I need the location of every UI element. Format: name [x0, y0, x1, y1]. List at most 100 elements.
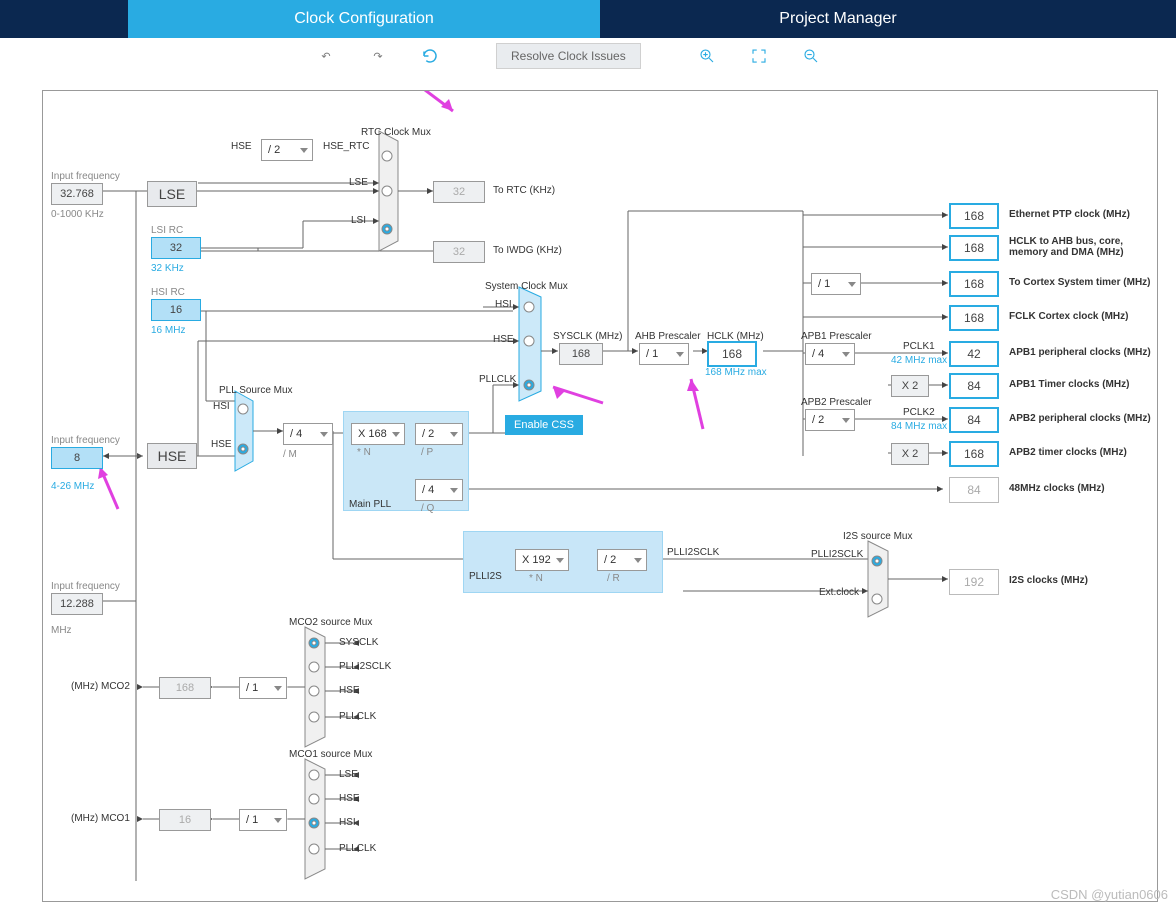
plli2s-n-label: * N	[529, 573, 543, 584]
mco2-div-select[interactable]: / 1	[239, 677, 287, 699]
hclk-max: 168 MHz max	[705, 367, 767, 378]
hsi-rc-label: HSI RC	[151, 287, 185, 298]
chevron-down-icon	[320, 432, 328, 437]
sys-mux-title: System Clock Mux	[485, 281, 568, 292]
cortex-div-val: / 1	[818, 278, 830, 290]
rtc-hse-div-select[interactable]: / 2	[261, 139, 313, 161]
mco2-div-val: / 1	[246, 682, 258, 694]
i2s-extclock: Ext.clock	[819, 587, 859, 598]
mco1-div-select[interactable]: / 1	[239, 809, 287, 831]
fclk-label: FCLK Cortex clock (MHz)	[1009, 311, 1128, 322]
chevron-down-icon	[848, 282, 856, 287]
fit-screen-icon[interactable]	[748, 45, 770, 67]
mco2-hse: HSE	[339, 685, 360, 696]
sysclk-value[interactable]: 168	[559, 343, 603, 365]
pclk2-label: PCLK2	[903, 407, 935, 418]
redo-icon[interactable]: ↷	[367, 45, 389, 67]
input-freq-2-range: 4-26 MHz	[51, 481, 94, 492]
mco1-title: MCO1 source Mux	[289, 749, 372, 760]
zoom-in-icon[interactable]	[696, 45, 718, 67]
hsi-rc-range: 16 MHz	[151, 325, 185, 336]
rtc-hse-div-val: / 2	[268, 144, 280, 156]
chevron-down-icon	[274, 818, 282, 823]
input-freq-1[interactable]: 32.768	[51, 183, 103, 205]
mco1-pllclk: PLLCLK	[339, 843, 376, 854]
mco1-value: 16	[159, 809, 211, 831]
pll-p-select[interactable]: / 2	[415, 423, 463, 445]
apb1-select[interactable]: / 4	[805, 343, 855, 365]
mhz48-value: 84	[949, 477, 999, 503]
plli2s-n-select[interactable]: X 192	[515, 549, 569, 571]
clock-diagram: Input frequency 32.768 0-1000 KHz LSE LS…	[42, 90, 1158, 902]
apb1t-value: 84	[949, 373, 999, 399]
apb1p-label: APB1 peripheral clocks (MHz)	[1009, 347, 1151, 358]
mco1-div-val: / 1	[246, 814, 258, 826]
pll-src-hse: HSE	[211, 439, 232, 450]
undo-icon[interactable]: ↶	[315, 45, 337, 67]
pll-m-val: / 4	[290, 428, 302, 440]
tab-clock-config[interactable]: Clock Configuration	[128, 0, 600, 38]
hclk-value[interactable]: 168	[707, 341, 757, 367]
hsi-rc-value: 16	[151, 299, 201, 321]
pll-q-select[interactable]: / 4	[415, 479, 463, 501]
i2s-label: I2S clocks (MHz)	[1009, 575, 1088, 586]
plli2s-r-select[interactable]: / 2	[597, 549, 647, 571]
input-freq-3[interactable]: 12.288	[51, 593, 103, 615]
ahb-label: AHB Prescaler	[635, 331, 701, 342]
mco1-hsi: HSI	[339, 817, 356, 828]
input-freq-3-label: Input frequency	[51, 581, 120, 592]
pll-src-title: PLL Source Mux	[219, 385, 293, 396]
lse-source: LSE	[147, 181, 197, 207]
sys-hse: HSE	[493, 334, 514, 345]
mco1-lse: LSE	[339, 769, 358, 780]
plli2s-n-val: X 192	[522, 554, 551, 566]
apb2t-label: APB2 timer clocks (MHz)	[1009, 447, 1127, 458]
chevron-down-icon	[450, 488, 458, 493]
mco2-pllclk: PLLCLK	[339, 711, 376, 722]
pll-q-label: / Q	[421, 503, 434, 514]
eth-ptp-label: Ethernet PTP clock (MHz)	[1009, 209, 1130, 220]
sys-hsi: HSI	[495, 299, 512, 310]
mco2-title: MCO2 source Mux	[289, 617, 372, 628]
chevron-down-icon	[274, 686, 282, 691]
sysclk-label: SYSCLK (MHz)	[553, 331, 622, 342]
input-freq-2[interactable]: 8	[51, 447, 103, 469]
watermark: CSDN @yutian0606	[1051, 887, 1168, 902]
mco1-label: (MHz) MCO1	[71, 813, 130, 824]
tab-project-manager[interactable]: Project Manager	[600, 0, 1076, 38]
toolbar: ↶ ↷ Resolve Clock Issues	[0, 38, 1176, 74]
chevron-down-icon	[842, 418, 850, 423]
input-freq-1-label: Input frequency	[51, 171, 120, 182]
lsi-rc-label: LSI RC	[151, 225, 183, 236]
lsi-rc-value: 32	[151, 237, 201, 259]
cortex-div-select[interactable]: / 1	[811, 273, 861, 295]
apb2t-value: 168	[949, 441, 999, 467]
zoom-out-icon[interactable]	[800, 45, 822, 67]
pll-p-label: / P	[421, 447, 433, 458]
chevron-down-icon	[634, 558, 642, 563]
pclk2-max: 84 MHz max	[891, 421, 947, 432]
ahb-select[interactable]: / 1	[639, 343, 689, 365]
input-freq-2-label: Input frequency	[51, 435, 120, 446]
rtc-hse-label: HSE	[231, 141, 252, 152]
mco2-label: (MHz) MCO2	[71, 681, 130, 692]
pll-n-select[interactable]: X 168	[351, 423, 405, 445]
mco2-sysclk: SYSCLK	[339, 637, 378, 648]
lsi-rc-range: 32 KHz	[151, 263, 184, 274]
apb2-select[interactable]: / 2	[805, 409, 855, 431]
pll-n-val: X 168	[358, 428, 387, 440]
resolve-clock-issues-button[interactable]: Resolve Clock Issues	[496, 43, 641, 69]
apb1-x2: X 2	[891, 375, 929, 397]
chevron-down-icon	[842, 352, 850, 357]
enable-css-button[interactable]: Enable CSS	[505, 415, 583, 435]
pll-m-select[interactable]: / 4	[283, 423, 333, 445]
plli2s-title: PLLI2S	[469, 571, 502, 582]
pll-n-label: * N	[357, 447, 371, 458]
refresh-icon[interactable]	[419, 45, 441, 67]
rtc-lse-label: LSE	[349, 177, 368, 188]
input-freq-1-range: 0-1000 KHz	[51, 209, 104, 220]
apb2-x2: X 2	[891, 443, 929, 465]
chevron-down-icon	[450, 432, 458, 437]
tab-spacer	[0, 0, 128, 38]
i2s-plli2sclk: PLLI2SCLK	[811, 549, 863, 560]
